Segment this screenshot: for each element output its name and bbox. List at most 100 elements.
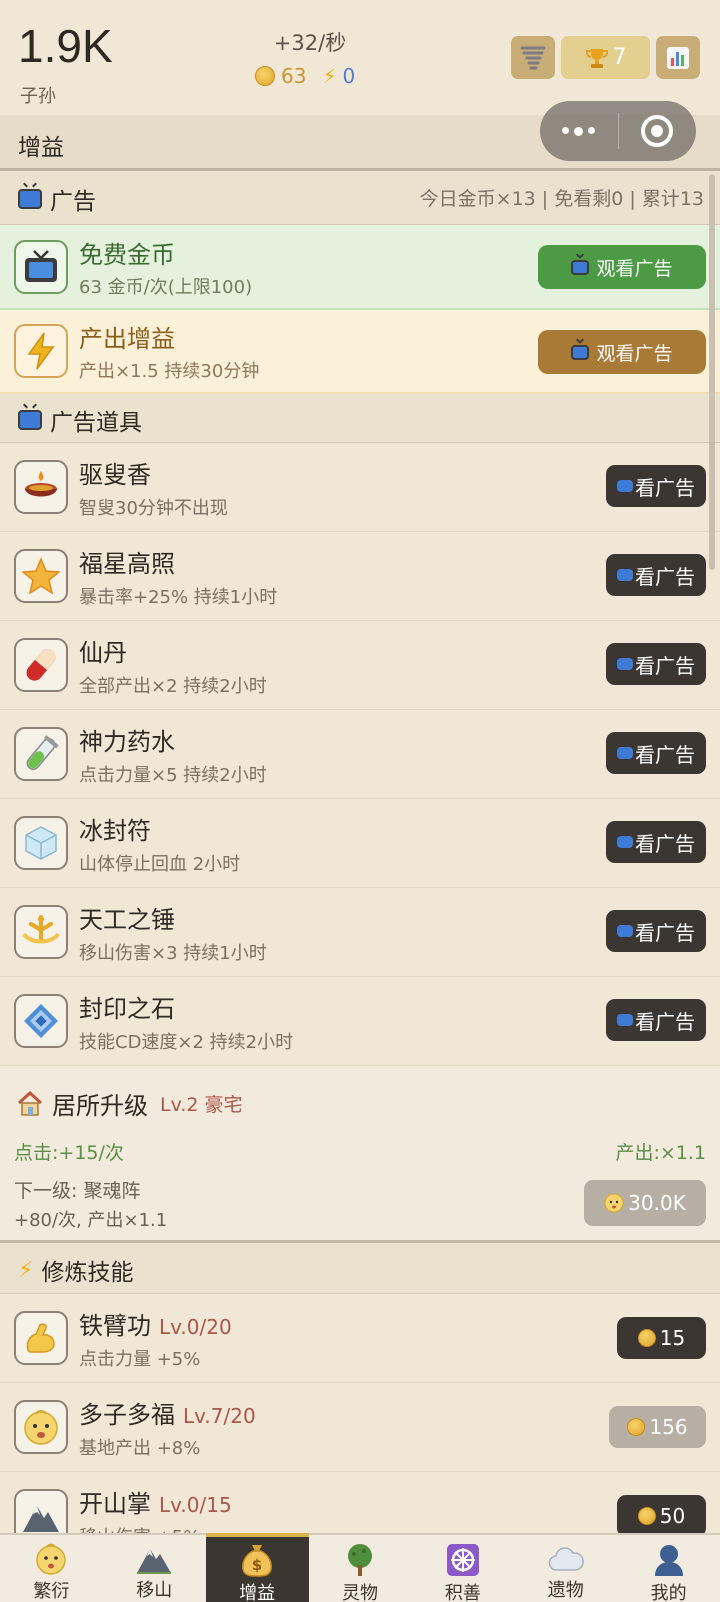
content-scroll[interactable]: 广告 今日金币×13 | 免看剩0 | 累计13 免费金币 63 金币/次(上限… xyxy=(0,171,720,1533)
watch-ad-button[interactable]: 看广告 xyxy=(606,910,706,952)
watch-ad-button[interactable]: 看广告 xyxy=(606,821,706,863)
star-icon xyxy=(14,549,68,603)
nav-item-spirit[interactable]: 灵物 xyxy=(309,1535,412,1602)
item-desc: 全部产出×2 持续2小时 xyxy=(79,676,267,697)
item-name: 冰封符 xyxy=(79,817,151,845)
item-name: 神力药水 xyxy=(79,728,175,756)
nav-item-mountain[interactable]: 移山 xyxy=(103,1535,206,1602)
output-boost-row: 产出增益 产出×1.5 持续30分钟 观看广告 xyxy=(0,310,720,394)
skill-desc: 点击力量 +5% xyxy=(79,1349,201,1370)
tv-icon xyxy=(617,925,633,937)
pill-icon xyxy=(14,638,68,692)
tv-icon xyxy=(617,836,633,848)
watch-ad-button[interactable]: 看广告 xyxy=(606,999,706,1041)
residence-upgrade-panel: 居所升级 Lv.2 豪宅 点击:+15/次 产出:×1.1 下一级: 聚魂阵 +… xyxy=(0,1066,720,1243)
click-bonus: 点击:+15/次 xyxy=(14,1142,124,1164)
more-dots-icon xyxy=(562,126,596,136)
ad-item-row: 封印之石 技能CD速度×2 持续2小时 看广告 xyxy=(0,977,720,1066)
tv-icon xyxy=(14,240,68,294)
energy-count: 0 xyxy=(342,64,356,88)
coin-count: 63 xyxy=(281,64,307,88)
residence-level: Lv.2 豪宅 xyxy=(160,1094,243,1116)
watch-ad-button[interactable]: 看广告 xyxy=(606,643,706,685)
ad-item-row: 福星高照 暴击率+25% 持续1小时 看广告 xyxy=(0,532,720,621)
scrollbar[interactable] xyxy=(709,174,715,570)
coin-icon xyxy=(637,1507,656,1525)
mountain-icon xyxy=(136,1543,172,1574)
coin-icon xyxy=(627,1418,646,1436)
watch-ad-output-boost-button[interactable]: 观看广告 xyxy=(538,330,706,374)
tv-icon xyxy=(617,1014,633,1026)
item-desc: 移山伤害×3 持续1小时 xyxy=(79,943,267,964)
skill-name: 开山掌 Lv.0/15 xyxy=(79,1490,232,1518)
tornado-button[interactable] xyxy=(511,36,555,79)
tv-icon xyxy=(18,189,42,209)
user-icon xyxy=(651,1543,687,1577)
page-title: 增益 xyxy=(18,135,64,161)
bottom-nav: 繁衍 移山 $ 增益 灵物 积善 遗物 我的 xyxy=(0,1533,720,1602)
ad-item-row: 天工之锤 移山伤害×3 持续1小时 看广告 xyxy=(0,888,720,977)
more-menu-button[interactable] xyxy=(540,101,618,161)
house-icon xyxy=(17,1090,43,1116)
skill-name: 铁臂功 Lv.0/20 xyxy=(79,1312,232,1340)
target-circle-icon xyxy=(641,115,674,147)
skills-section-header: ⚡ 修炼技能 xyxy=(0,1243,720,1294)
diamond-stone-icon xyxy=(14,994,68,1048)
upgrade-skill-button[interactable]: 156 xyxy=(609,1406,706,1448)
close-miniprogram-button[interactable] xyxy=(619,101,697,161)
flexed-arm-icon xyxy=(14,1311,68,1365)
nav-item-merit[interactable]: 积善 xyxy=(411,1535,514,1602)
miniprogram-capsule xyxy=(540,101,696,161)
top-stats-bar: 1.9K 子孙 +32/秒 63 ⚡ 0 7 xyxy=(0,0,720,115)
nav-item-relics[interactable]: 遗物 xyxy=(514,1535,617,1602)
watch-ad-button[interactable]: 看广告 xyxy=(606,554,706,596)
item-desc: 点击力量×5 持续2小时 xyxy=(79,765,267,786)
lightning-icon: ⚡ xyxy=(18,1257,34,1283)
money-bag-icon: $ xyxy=(239,1543,275,1577)
tree-icon xyxy=(342,1543,378,1577)
free-coins-row: 免费金币 63 金币/次(上限100) 观看广告 xyxy=(0,225,720,310)
stats-button[interactable] xyxy=(656,36,700,79)
nav-item-reproduce[interactable]: 繁衍 xyxy=(0,1535,103,1602)
bar-chart-icon xyxy=(667,46,689,69)
tv-icon xyxy=(617,658,633,670)
ads-stats: 今日金币×13 | 免看剩0 | 累计13 xyxy=(419,188,704,210)
ads-section-header: 广告 今日金币×13 | 免看剩0 | 累计13 xyxy=(0,171,720,225)
upgrade-residence-button[interactable]: 30.0K xyxy=(584,1180,706,1226)
tv-icon xyxy=(617,569,633,581)
skills-section-title: 修炼技能 xyxy=(41,1260,134,1286)
residence-title: 居所升级 xyxy=(52,1092,148,1120)
ad-item-row: 仙丹 全部产出×2 持续2小时 看广告 xyxy=(0,621,720,710)
coin-icon xyxy=(255,66,275,86)
skill-level: Lv.0/15 xyxy=(159,1493,232,1517)
ad-item-row: 冰封符 山体停止回血 2小时 看广告 xyxy=(0,799,720,888)
item-name: 驱叟香 xyxy=(79,461,151,489)
skill-level: Lv.0/20 xyxy=(159,1315,232,1339)
free-coins-desc: 63 金币/次(上限100) xyxy=(79,277,253,298)
ad-item-row: 神力药水 点击力量×5 持续2小时 看广告 xyxy=(0,710,720,799)
lightning-icon: ⚡ xyxy=(322,64,337,88)
ads-section-title: 广告 xyxy=(50,189,96,215)
lightning-icon xyxy=(14,324,68,378)
trophy-count: 7 xyxy=(612,45,627,70)
tv-icon xyxy=(18,410,42,430)
population-label: 子孙 xyxy=(20,86,56,107)
skill-row: 开山掌Lv.0/15 移山伤害 +5% 50 xyxy=(0,1472,720,1533)
skill-level: Lv.7/20 xyxy=(183,1404,256,1428)
upgrade-skill-button[interactable]: 15 xyxy=(617,1317,706,1359)
watch-ad-button[interactable]: 看广告 xyxy=(606,465,706,507)
nav-item-profile[interactable]: 我的 xyxy=(617,1535,720,1602)
ad-items-section-title: 广告道具 xyxy=(50,410,142,436)
watch-ad-button[interactable]: 看广告 xyxy=(606,732,706,774)
skill-row: 铁臂功 Lv.0/20 点击力量 +5% 15 xyxy=(0,1294,720,1383)
output-bonus: 产出:×1.1 xyxy=(615,1142,706,1164)
item-desc: 山体停止回血 2小时 xyxy=(79,854,241,875)
watch-ad-free-coins-button[interactable]: 观看广告 xyxy=(538,245,706,289)
ad-items-section-header: 广告道具 xyxy=(0,394,720,443)
upgrade-skill-button[interactable]: 50 xyxy=(617,1495,706,1533)
ad-item-row: 驱叟香 智叟30分钟不出现 看广告 xyxy=(0,443,720,532)
skill-name: 多子多福 Lv.7/20 xyxy=(79,1401,256,1429)
trophy-button[interactable]: 7 xyxy=(561,36,650,79)
skill-desc: 移山伤害 +5% xyxy=(79,1523,200,1533)
nav-item-buff[interactable]: $ 增益 xyxy=(205,1533,309,1602)
